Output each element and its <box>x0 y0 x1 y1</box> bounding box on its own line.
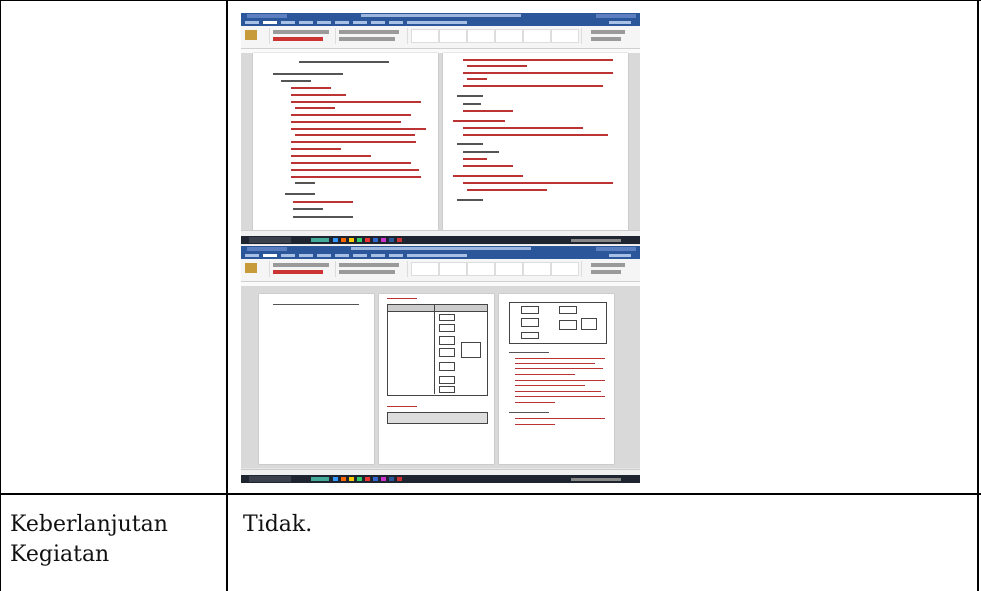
quick-access-toolbar <box>247 14 287 18</box>
page-2-flowchart <box>379 294 494 464</box>
table-row-divider <box>0 493 981 495</box>
page-right <box>443 53 628 230</box>
table-column-divider <box>226 0 228 591</box>
page-3-flow-and-list <box>499 294 614 464</box>
embedded-screenshot <box>241 13 640 483</box>
document-table: Keberlanjutan Kegiatan Tidak. <box>0 0 981 591</box>
page-left <box>253 53 438 230</box>
row-value-tidak: Tidak. <box>243 512 313 537</box>
taskbar <box>241 475 640 483</box>
window-controls <box>596 247 636 251</box>
document-canvas <box>241 286 640 468</box>
search-box <box>249 476 291 482</box>
title-bar <box>241 246 640 253</box>
row-label-keberlanjutan: Keberlanjutan Kegiatan <box>10 510 222 570</box>
table-border-right <box>977 0 979 591</box>
ribbon <box>241 259 640 282</box>
title-bar <box>241 13 640 20</box>
table-border-top <box>0 0 981 1</box>
word-window-top <box>241 13 640 245</box>
search-box <box>249 237 291 243</box>
window-controls <box>596 14 636 18</box>
table-border-left <box>0 0 1 591</box>
row-label-line2: Kegiatan <box>10 542 110 567</box>
document-canvas <box>241 53 640 230</box>
word-window-bottom <box>241 246 640 483</box>
window-title <box>351 247 531 250</box>
taskbar <box>241 236 640 244</box>
window-title <box>361 14 521 17</box>
page-1 <box>259 294 374 464</box>
ribbon <box>241 26 640 49</box>
row-label-line1: Keberlanjutan <box>10 512 168 537</box>
quick-access-toolbar <box>247 247 287 251</box>
